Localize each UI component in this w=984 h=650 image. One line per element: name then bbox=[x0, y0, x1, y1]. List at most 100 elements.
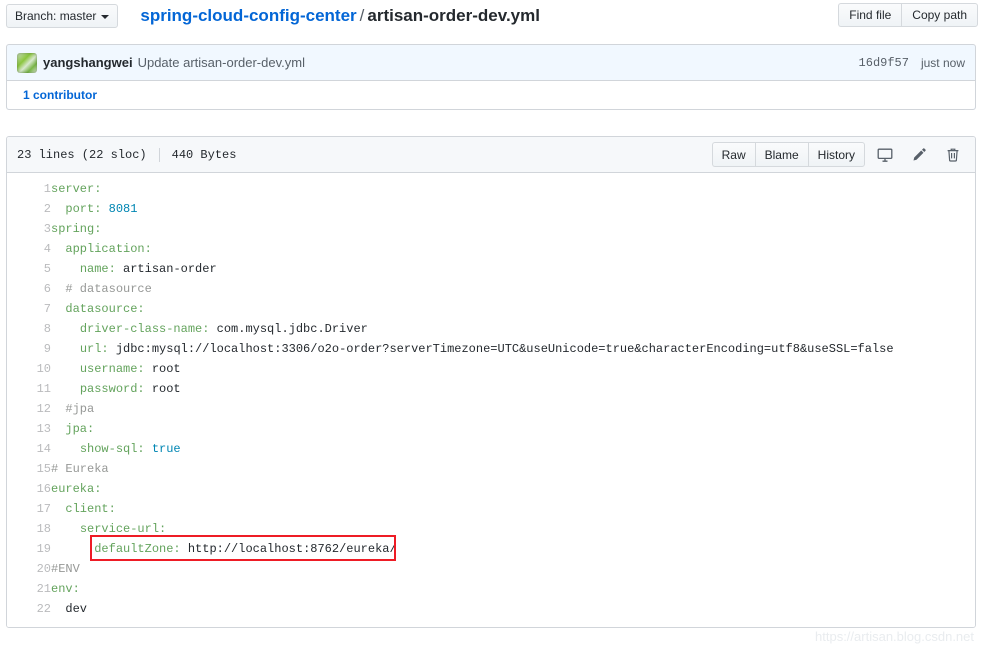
line-number[interactable]: 14 bbox=[7, 439, 51, 459]
code-viewer: 1 server: 2 port: 8081 3 spring: 4 applicatio… bbox=[7, 173, 975, 627]
desktop-icon[interactable] bbox=[871, 142, 899, 167]
breadcrumb-separator: / bbox=[359, 6, 365, 25]
line-number[interactable]: 17 bbox=[7, 499, 51, 519]
find-file-button[interactable]: Find file bbox=[838, 3, 902, 27]
code-token: show-sql: bbox=[79, 442, 152, 456]
code-token: spring: bbox=[51, 222, 102, 236]
code-token: env: bbox=[51, 582, 80, 596]
line-number[interactable]: 2 bbox=[7, 199, 51, 219]
code-token: 8081 bbox=[108, 202, 138, 216]
code-token: # datasource bbox=[65, 282, 152, 296]
github-file-view: Branch: master spring-cloud-config-cente… bbox=[0, 0, 984, 650]
code-line: 19 defaultZone: http://localhost:8762/eu… bbox=[7, 539, 975, 559]
line-content: show-sql: true bbox=[51, 439, 975, 459]
line-number[interactable]: 16 bbox=[7, 479, 51, 499]
copy-path-button[interactable]: Copy path bbox=[901, 3, 978, 27]
code-line: 16 eureka: bbox=[7, 479, 975, 499]
line-content: dev bbox=[51, 599, 975, 619]
line-number[interactable]: 15 bbox=[7, 459, 51, 479]
code-token: http://localhost:8762/eureka/ bbox=[187, 542, 397, 556]
code-token: port: bbox=[65, 202, 109, 216]
branch-selector-button[interactable]: Branch: master bbox=[6, 4, 119, 28]
line-number[interactable]: 13 bbox=[7, 419, 51, 439]
line-number[interactable]: 19 bbox=[7, 539, 51, 559]
line-number[interactable]: 9 bbox=[7, 339, 51, 359]
code-token: true bbox=[151, 442, 181, 456]
code-token: jpa: bbox=[65, 422, 95, 436]
code-line: 4 application: bbox=[7, 239, 975, 259]
code-token: name: bbox=[79, 262, 124, 276]
line-number[interactable]: 7 bbox=[7, 299, 51, 319]
watermark: https://artisan.blog.csdn.net bbox=[815, 629, 974, 644]
file-size-label: 440 Bytes bbox=[171, 147, 237, 162]
line-content: username: root bbox=[51, 359, 975, 379]
line-number[interactable]: 5 bbox=[7, 259, 51, 279]
line-number[interactable]: 11 bbox=[7, 379, 51, 399]
code-line: 8 driver-class-name: com.mysql.jdbc.Driv… bbox=[7, 319, 975, 339]
line-number[interactable]: 20 bbox=[7, 559, 51, 579]
code-line: 17 client: bbox=[7, 499, 975, 519]
line-number[interactable]: 8 bbox=[7, 319, 51, 339]
code-line: 12 #jpa bbox=[7, 399, 975, 419]
blame-button[interactable]: Blame bbox=[754, 142, 808, 167]
code-token: application: bbox=[65, 242, 152, 256]
file-toolbar: 23 lines (22 sloc) 440 Bytes Raw Blame H… bbox=[7, 137, 975, 173]
code-line: 14 show-sql: true bbox=[7, 439, 975, 459]
contributors-row: 1 contributor bbox=[7, 80, 975, 109]
line-number[interactable]: 22 bbox=[7, 599, 51, 619]
code-table: 1 server: 2 port: 8081 3 spring: 4 applicatio… bbox=[7, 179, 975, 619]
line-number[interactable]: 18 bbox=[7, 519, 51, 539]
line-number[interactable]: 4 bbox=[7, 239, 51, 259]
line-content: jpa: bbox=[51, 419, 975, 439]
line-content: application: bbox=[51, 239, 975, 259]
code-line: 20 #ENV bbox=[7, 559, 975, 579]
code-token: root bbox=[151, 362, 181, 376]
commit-author[interactable]: yangshangwei bbox=[43, 55, 133, 70]
code-token: service-url: bbox=[79, 522, 167, 536]
line-content: port: 8081 bbox=[51, 199, 975, 219]
line-content: defaultZone: http://localhost:8762/eurek… bbox=[51, 539, 975, 559]
line-number[interactable]: 6 bbox=[7, 279, 51, 299]
raw-button[interactable]: Raw bbox=[711, 142, 755, 167]
code-line: 22 dev bbox=[7, 599, 975, 619]
commit-message[interactable]: Update artisan-order-dev.yml bbox=[138, 55, 305, 70]
code-token: client: bbox=[65, 502, 116, 516]
breadcrumb-repo-link[interactable]: spring-cloud-config-center bbox=[140, 6, 356, 25]
history-button[interactable]: History bbox=[807, 142, 865, 167]
code-token: # Eureka bbox=[51, 462, 109, 476]
line-number[interactable]: 12 bbox=[7, 399, 51, 419]
line-content: driver-class-name: com.mysql.jdbc.Driver bbox=[51, 319, 975, 339]
line-number[interactable]: 21 bbox=[7, 579, 51, 599]
breadcrumb: spring-cloud-config-center / artisan-order… bbox=[140, 6, 540, 26]
line-content: env: bbox=[51, 579, 975, 599]
file-panel: 23 lines (22 sloc) 440 Bytes Raw Blame H… bbox=[6, 136, 976, 628]
line-number[interactable]: 1 bbox=[7, 179, 51, 199]
line-number[interactable]: 3 bbox=[7, 219, 51, 239]
file-actions: Raw Blame History bbox=[711, 142, 967, 167]
line-content: #ENV bbox=[51, 559, 975, 579]
line-content: spring: bbox=[51, 219, 975, 239]
breadcrumb-file-name: artisan-order-dev.yml bbox=[367, 6, 540, 25]
code-line: 7 datasource: bbox=[7, 299, 975, 319]
code-line: 2 port: 8081 bbox=[7, 199, 975, 219]
code-line: 1 server: bbox=[7, 179, 975, 199]
contributors-link[interactable]: 1 contributor bbox=[23, 88, 97, 102]
commit-meta: 16d9f57 just now bbox=[859, 45, 965, 80]
code-line: 3 spring: bbox=[7, 219, 975, 239]
code-token: artisan-order bbox=[123, 262, 217, 276]
code-token: url: bbox=[79, 342, 116, 356]
code-token: datasource: bbox=[65, 302, 145, 316]
trash-icon[interactable] bbox=[939, 142, 967, 167]
commit-sha[interactable]: 16d9f57 bbox=[859, 56, 909, 70]
file-view-button-group: Raw Blame History bbox=[711, 142, 865, 167]
line-content: service-url: bbox=[51, 519, 975, 539]
code-token: driver-class-name: bbox=[79, 322, 217, 336]
pencil-icon[interactable] bbox=[905, 142, 933, 167]
code-token: #jpa bbox=[65, 402, 95, 416]
line-number[interactable]: 10 bbox=[7, 359, 51, 379]
code-token: password: bbox=[79, 382, 152, 396]
code-line: 5 name: artisan-order bbox=[7, 259, 975, 279]
chevron-down-icon bbox=[101, 14, 110, 19]
latest-commit-panel: yangshangwei Update artisan-order-dev.ym… bbox=[6, 44, 976, 110]
code-token: username: bbox=[79, 362, 152, 376]
